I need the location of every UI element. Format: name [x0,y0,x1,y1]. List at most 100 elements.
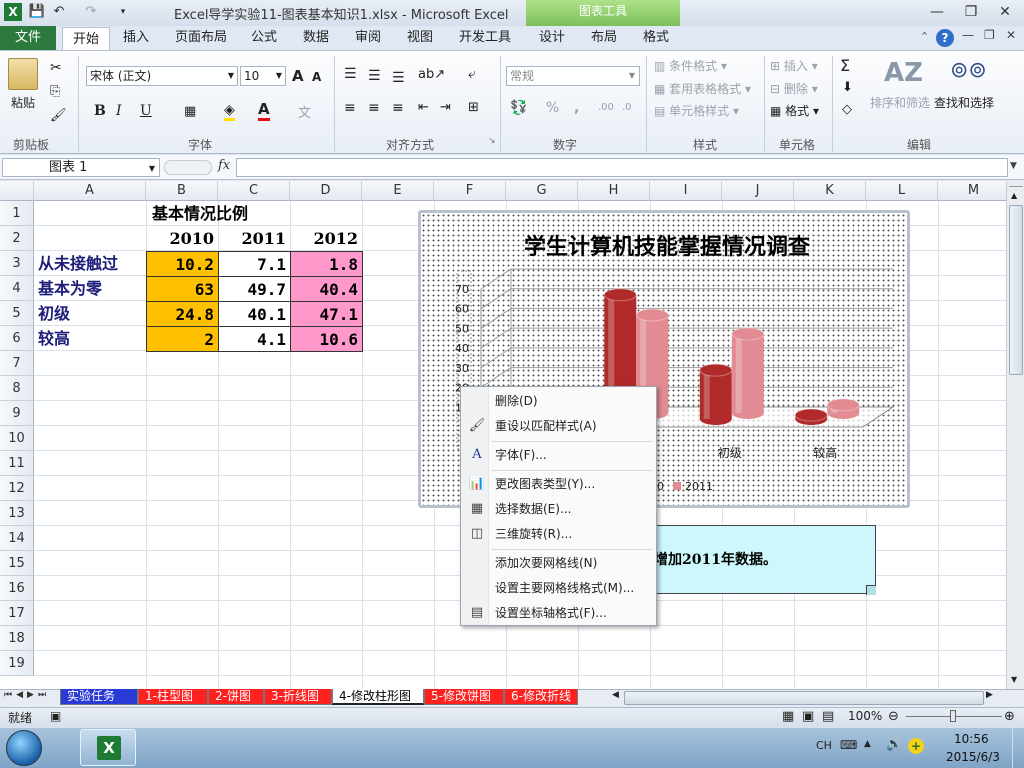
context-menu-item[interactable]: 三维旋转(R)... ◫ [461,522,656,547]
percent-button[interactable]: % [546,100,559,116]
restore-button[interactable]: ❐ [958,2,984,22]
align-center-icon[interactable]: ≡ [368,100,380,116]
context-menu-item[interactable]: 字体(F)... A [461,443,656,468]
workbook-close-button[interactable]: ✕ [1006,28,1016,42]
format-as-table-button[interactable]: ▦ 套用表格格式 ▾ [654,80,751,97]
row-header-4[interactable]: 4 [0,276,34,301]
start-button-icon[interactable] [6,730,42,766]
tab-home[interactable]: 开始 [62,27,110,51]
align-left-icon[interactable]: ≡ [344,100,356,116]
customize-quick-access-icon[interactable]: ▾ [114,3,132,21]
sort-filter-button[interactable]: 排序和筛选 [870,94,930,111]
align-right-icon[interactable]: ≡ [392,100,404,116]
decrease-indent-icon[interactable]: ⇤ [418,100,429,115]
phonetic-icon[interactable]: 文 [298,102,311,121]
font-color-icon[interactable]: A [258,100,270,121]
orientation-icon[interactable]: ab↗ [418,67,445,82]
row-header-2[interactable]: 2 [0,226,34,251]
column-header-C[interactable]: C [218,181,290,201]
font-size-select[interactable]: 10 ▼ [240,66,286,86]
wrap-text-icon[interactable]: ⤶ [468,66,476,82]
tab-format[interactable]: 格式 [634,26,678,50]
row-header-11[interactable]: 11 [0,451,34,476]
zoom-slider-thumb[interactable] [950,710,956,722]
tab-developer[interactable]: 开发工具 [452,26,518,50]
column-header-J[interactable]: J [722,181,794,201]
column-header-M[interactable]: M [938,181,1006,201]
align-bottom-icon[interactable]: ☰ [392,70,405,86]
excel-logo-icon[interactable]: X [4,3,22,21]
data-cell[interactable]: 4.1 [218,326,291,352]
insert-function-button[interactable]: fx [218,158,230,173]
redo-icon[interactable]: ↷ [82,3,100,21]
year-header-2011[interactable]: 2011 [218,226,290,251]
sort-filter-icon[interactable]: AZ [884,58,923,88]
bar-2010-较高[interactable] [794,408,828,425]
clock-time[interactable]: 10:56 [954,732,989,746]
merge-center-icon[interactable]: ⊞ [468,100,479,115]
cell-styles-button[interactable]: ▤ 单元格样式 ▾ [654,102,739,119]
hscroll-right-icon[interactable]: ▶ [986,690,993,700]
column-header-B[interactable]: B [146,181,218,201]
borders-icon[interactable]: ▦ [184,104,196,119]
zoom-in-icon[interactable]: ⊕ [1004,709,1015,724]
underline-button[interactable]: U [140,103,152,119]
accounting-format-icon[interactable]: 💱 [510,100,527,116]
row-header-9[interactable]: 9 [0,401,34,426]
year-header-2010[interactable]: 2010 [146,226,218,251]
column-header-D[interactable]: D [290,181,362,201]
increase-decimal-button[interactable]: .00 [598,102,614,113]
page-break-view-icon[interactable]: ▤ [822,709,834,724]
split-box[interactable] [1009,181,1023,187]
row-header-14[interactable]: 14 [0,526,34,551]
italic-button[interactable]: I [116,103,122,119]
font-name-select[interactable]: 宋体 (正文) ▼ [86,66,238,86]
context-menu-item[interactable]: 更改图表类型(Y)... 📊 [461,472,656,497]
column-header-K[interactable]: K [794,181,866,201]
number-format-select[interactable]: 常规 ▼ [506,66,640,86]
scroll-down-icon[interactable]: ▼ [1011,675,1017,684]
paste-icon[interactable] [8,58,38,90]
workbook-restore-button[interactable]: ❐ [984,28,995,42]
bar-2010-初级[interactable] [699,363,733,425]
row-header-16[interactable]: 16 [0,576,34,601]
sheet-tab[interactable]: 2-饼图 [208,689,264,705]
context-menu-item[interactable]: 重设以匹配样式(A) 🖌 [461,414,656,439]
column-header-E[interactable]: E [362,181,434,201]
row-header-8[interactable]: 8 [0,376,34,401]
binoculars-icon[interactable]: ⊚⊚ [950,58,987,83]
tab-formulas[interactable]: 公式 [242,26,286,50]
volume-icon[interactable]: 🔊 [886,737,902,752]
fill-icon[interactable]: ⬇ [842,80,853,95]
row-header-15[interactable]: 15 [0,551,34,576]
context-menu-item[interactable]: 设置坐标轴格式(F)... ▤ [461,601,656,626]
save-icon[interactable]: 💾 [28,3,46,21]
tab-design[interactable]: 设计 [530,26,574,50]
sheet-nav-arrows-icon[interactable]: ⏮◀▶⏭ [4,690,50,700]
row-header-5[interactable]: 5 [0,301,34,326]
copy-icon[interactable]: ⎘ [50,84,60,99]
bar-2011-初级[interactable] [731,327,765,419]
format-painter-icon[interactable]: 🖌 [50,108,67,123]
data-cell[interactable]: 2 [146,326,219,352]
format-cells-button[interactable]: ▦ 格式 ▾ [770,102,819,119]
data-cell[interactable]: 7.1 [218,251,291,277]
row-label[interactable]: 较高 [38,326,146,351]
column-header-I[interactable]: I [650,181,722,201]
workbook-minimize-button[interactable]: — [962,28,974,42]
network-icon[interactable]: + [908,738,924,754]
column-header-H[interactable]: H [578,181,650,201]
dialog-launcher-icon[interactable]: ↘ [488,136,496,146]
align-top-icon[interactable]: ☰ [344,66,357,82]
sheet-tab[interactable]: 6-修改折线 [504,689,578,705]
decrease-decimal-button[interactable]: .0 [622,102,632,113]
row-header-18[interactable]: 18 [0,626,34,651]
context-menu-item[interactable]: 选择数据(E)... ▦ [461,497,656,522]
horizontal-scroll-thumb[interactable] [624,691,984,705]
data-cell[interactable]: 47.1 [290,301,363,327]
undo-icon[interactable]: ↶ [50,3,68,21]
taskbar-excel-button[interactable]: X [80,729,136,766]
data-cell[interactable]: 40.1 [218,301,291,327]
input-language-indicator[interactable]: CH [816,739,832,752]
normal-view-icon[interactable]: ▦ [782,709,794,724]
